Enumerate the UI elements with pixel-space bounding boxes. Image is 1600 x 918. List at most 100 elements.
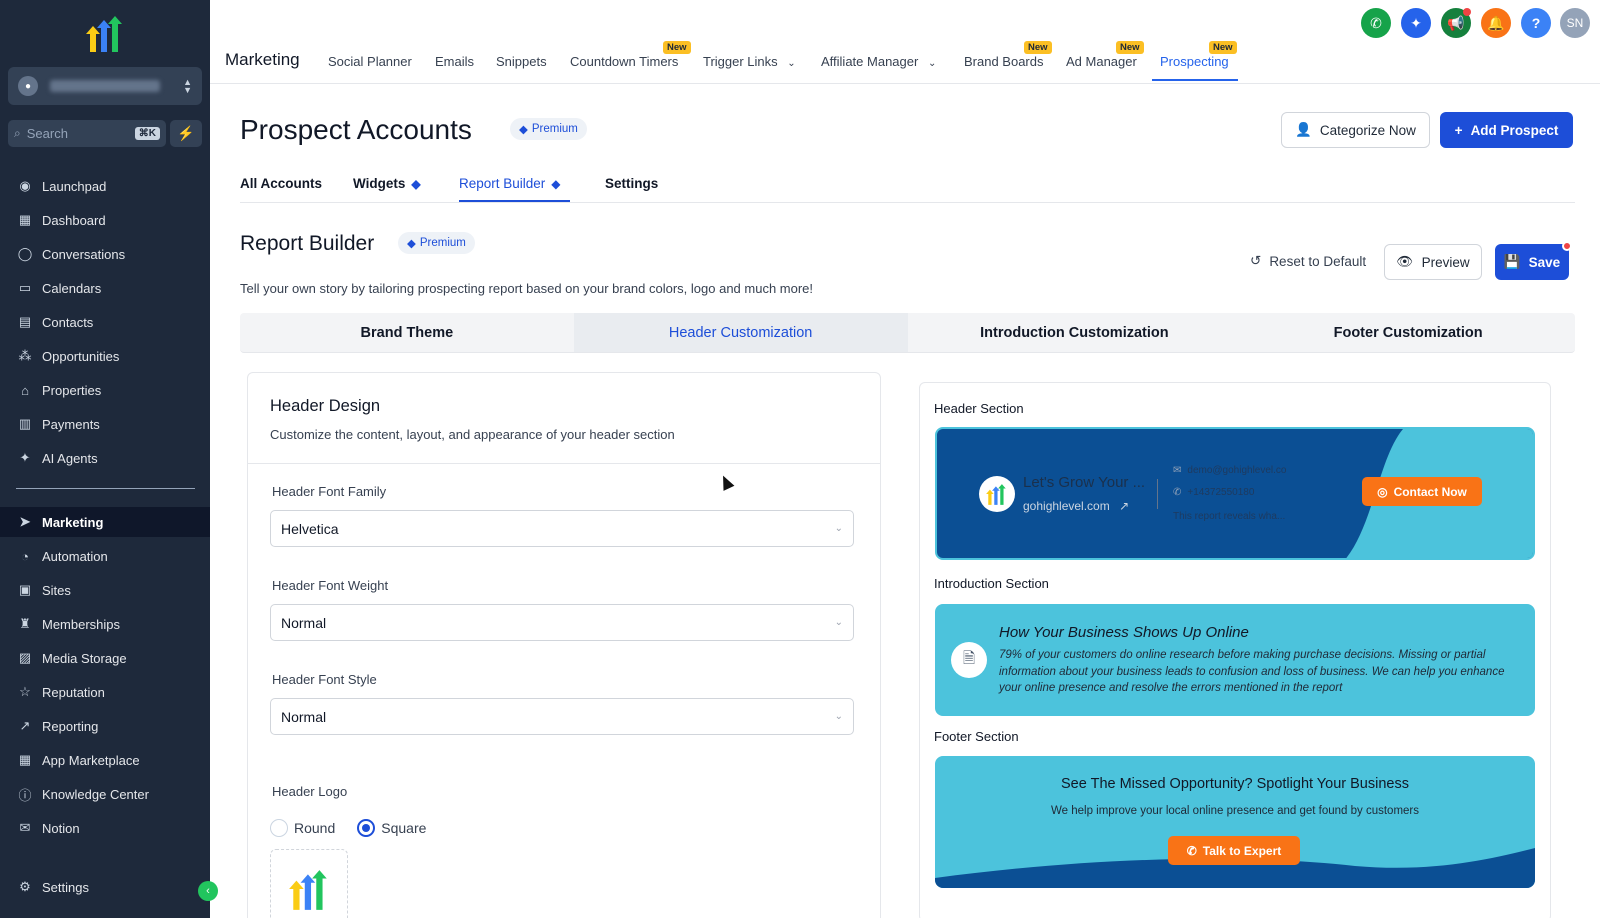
subtab-widgets[interactable]: Widgets ◆ [353, 176, 421, 191]
diamond-icon: ◆ [411, 176, 421, 191]
tab-brand-boards[interactable]: Brand Boards [964, 54, 1044, 69]
sidebar-item-label: Launchpad [42, 178, 107, 194]
sidebar-item-calendars[interactable]: ▭ Calendars [0, 273, 210, 303]
mail-icon: ✉ [19, 820, 31, 835]
phone-text: +14372550180 [1187, 487, 1255, 498]
radio-round[interactable] [270, 819, 288, 837]
sidebar-item-ai-agents[interactable]: ✦ AI Agents [0, 443, 210, 473]
font-weight-select[interactable]: Normal ⌄ [270, 604, 854, 641]
sidebar-item-reporting[interactable]: ↗ Reporting [0, 711, 210, 741]
sidebar-item-label: Media Storage [42, 650, 127, 666]
sidebar-item-properties[interactable]: ⌂ Properties [0, 375, 210, 405]
search-document-icon: 🗎 [951, 642, 987, 678]
bell-icon[interactable]: 🔔 [1481, 8, 1511, 38]
header-logo-upload[interactable] [270, 849, 348, 918]
premium-label: Premium [531, 123, 578, 135]
select-value: Normal [281, 708, 327, 725]
subtab-divider [240, 202, 1575, 203]
search-icon: ⌕ [14, 126, 21, 140]
font-family-select[interactable]: Helvetica ⌄ [270, 510, 854, 547]
chat-icon: ◯ [17, 246, 33, 261]
tab-social-planner[interactable]: Social Planner [328, 54, 412, 69]
reset-to-default-button[interactable]: ↺ Reset to Default [1250, 253, 1366, 269]
diamond-icon: ◆ [519, 124, 528, 136]
subtab-all-accounts[interactable]: All Accounts [240, 176, 322, 191]
sites-icon: ▣ [18, 582, 32, 597]
tab-introduction-customization[interactable]: Introduction Customization [908, 313, 1242, 352]
sidebar-item-launchpad[interactable]: ◉ Launchpad [0, 171, 210, 201]
opportunities-icon: ⁂ [18, 348, 32, 363]
launchpad-icon: ◉ [19, 178, 31, 193]
sidebar-item-media-storage[interactable]: ▨ Media Storage [0, 643, 210, 673]
magic-wand-icon[interactable]: ✦ [1401, 8, 1431, 38]
account-name-blurred [50, 80, 160, 92]
premium-badge: ◆ Premium [510, 118, 587, 140]
font-weight-label: Header Font Weight [272, 578, 389, 593]
tab-snippets[interactable]: Snippets [496, 54, 547, 69]
sidebar-item-reputation[interactable]: ☆ Reputation [0, 677, 210, 707]
header-note: This report reveals wha... [1173, 511, 1286, 522]
sidebar-item-opportunities[interactable]: ⁂ Opportunities [0, 341, 210, 371]
header-preview: Let's Grow Your ... gohighlevel.com ↗ ✉ d… [935, 427, 1535, 560]
preview-button[interactable]: 👁 Preview [1384, 244, 1482, 280]
save-button[interactable]: 💾 Save [1495, 244, 1569, 280]
subtab-report-builder[interactable]: Report Builder ◆ [459, 176, 561, 191]
radio-label-round: Round [294, 820, 336, 836]
tab-countdown-timers[interactable]: Countdown Timers [570, 54, 678, 69]
tab-brand-theme[interactable]: Brand Theme [240, 313, 574, 352]
sidebar-item-automation[interactable]: ◔ Automation [0, 541, 210, 571]
home-icon: ⌂ [21, 382, 29, 398]
phone-icon[interactable]: ✆ [1361, 8, 1391, 38]
button-label: Save [1528, 254, 1561, 270]
sidebar-item-knowledge-center[interactable]: ⓘ Knowledge Center [0, 779, 210, 809]
tab-affiliate-manager[interactable]: Affiliate Manager ⌄ [821, 54, 936, 69]
header-preview-title: Let's Grow Your ... [1023, 474, 1146, 491]
sidebar-item-memberships[interactable]: ♜ Memberships [0, 609, 210, 639]
tab-prospecting[interactable]: Prospecting [1160, 54, 1229, 69]
sidebar-item-marketing[interactable]: ➤ Marketing [0, 507, 210, 537]
sidebar-item-label: Properties [42, 382, 102, 398]
sidebar-search[interactable]: ⌕ Search ⌘K [8, 120, 166, 147]
font-style-select[interactable]: Normal ⌄ [270, 698, 854, 735]
diamond-icon: ◆ [551, 176, 561, 191]
sidebar-item-contacts[interactable]: ▤ Contacts [0, 307, 210, 337]
sidebar-item-app-marketplace[interactable]: ▦ App Marketplace [0, 745, 210, 775]
sidebar-item-dashboard[interactable]: ▦ Dashboard [0, 205, 210, 235]
radio-square[interactable] [357, 819, 376, 837]
sidebar-item-sites[interactable]: ▣ Sites [0, 575, 210, 605]
send-icon: ➤ [19, 514, 31, 529]
diamond-icon: ◆ [407, 238, 416, 250]
app-logo-icon[interactable] [84, 14, 128, 54]
user-avatar[interactable]: SN [1560, 8, 1590, 38]
sidebar-item-notion[interactable]: ✉ Notion [0, 813, 210, 843]
sidebar-item-label: Calendars [42, 280, 102, 296]
tab-header-customization[interactable]: Header Customization [573, 313, 908, 352]
tab-label: Trigger Links [703, 54, 778, 69]
tab-ad-manager[interactable]: Ad Manager [1066, 54, 1137, 69]
contact-now-button[interactable]: ◎ Contact Now [1362, 477, 1482, 506]
sidebar-item-conversations[interactable]: ◯ Conversations [0, 239, 210, 269]
sidebar-item-label: Settings [42, 879, 89, 895]
sidebar-item-label: Sites [42, 582, 71, 598]
calendar-icon: ▭ [18, 280, 32, 295]
info-icon: ⓘ [18, 787, 32, 803]
sidebar-item-settings[interactable]: ⚙ Settings [0, 872, 210, 902]
tab-trigger-links[interactable]: Trigger Links ⌄ [703, 54, 796, 69]
chevron-down-icon: ⌄ [834, 617, 843, 628]
footer-section-label: Footer Section [934, 729, 1019, 744]
add-prospect-button[interactable]: + Add Prospect [1440, 112, 1573, 148]
intro-section-label: Introduction Section [934, 576, 1049, 591]
new-badge: New [1209, 41, 1237, 54]
sidebar-item-label: Reporting [42, 718, 99, 734]
quick-action-bolt-icon[interactable]: ⚡ [170, 120, 202, 147]
talk-to-expert-button[interactable]: ✆ Talk to Expert [1168, 836, 1300, 865]
help-icon[interactable]: ? [1521, 8, 1551, 38]
tab-emails[interactable]: Emails [435, 54, 474, 69]
account-switcher[interactable]: ● ▲ ▼ [8, 67, 202, 105]
subtab-settings[interactable]: Settings [605, 176, 658, 191]
tab-footer-customization[interactable]: Footer Customization [1241, 313, 1575, 352]
chevron-down-icon: ⌄ [927, 58, 937, 69]
sidebar-divider [16, 488, 195, 489]
categorize-now-button[interactable]: 👤 Categorize Now [1281, 112, 1430, 148]
sidebar-item-payments[interactable]: ▥ Payments [0, 409, 210, 439]
